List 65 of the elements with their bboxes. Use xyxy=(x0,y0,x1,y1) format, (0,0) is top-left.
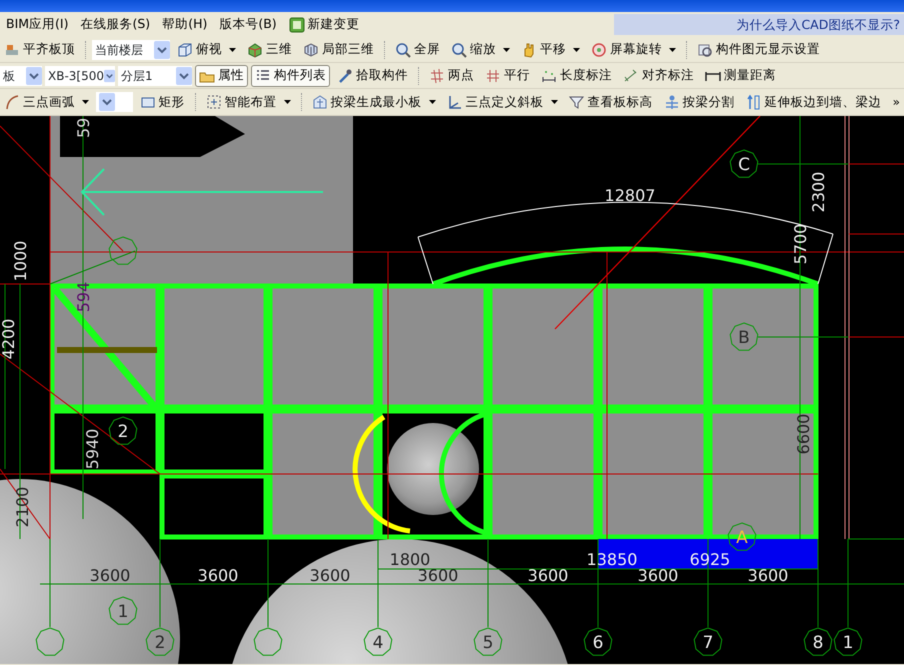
toolbar-button[interactable]: 拾取构件 xyxy=(333,64,412,86)
dimension-label: 3600 xyxy=(418,566,458,585)
toolbar-button[interactable]: 缩放 xyxy=(447,38,514,60)
axis-label: C xyxy=(738,155,750,175)
dimension-label: 59 xyxy=(74,118,93,138)
toolbar-button[interactable]: 三维 xyxy=(243,38,296,60)
toolbar-button[interactable]: 屏幕旋转 xyxy=(587,38,680,60)
toolbar-button[interactable]: 平移 xyxy=(517,38,584,60)
menu-item[interactable]: 版本号(B) xyxy=(213,15,283,34)
menu-item[interactable]: 帮助(H) xyxy=(156,15,214,34)
axis-label: 1 xyxy=(842,633,854,653)
dimension-label: 3600 xyxy=(198,566,238,585)
toolbar-button[interactable]: 局部三维 xyxy=(299,38,378,60)
axis-label: B xyxy=(738,328,750,348)
help-link[interactable]: 为什么导入CAD图纸不显示? xyxy=(614,14,904,35)
axis-label: 5 xyxy=(482,633,494,653)
toolbar-button[interactable]: 长度标注 xyxy=(537,64,616,86)
menu-item[interactable]: BIM应用(I) xyxy=(0,15,74,34)
toolbar-button[interactable]: 俯视 xyxy=(173,38,240,60)
toggle-button[interactable]: 属性 xyxy=(195,64,248,86)
toolbar-button[interactable]: 全屏 xyxy=(391,38,444,60)
toolbar-button[interactable]: 按梁生成最小板 xyxy=(308,91,440,113)
toolbar-button[interactable]: 平齐板顶 xyxy=(0,38,79,60)
dimension-label: 5940 xyxy=(83,428,102,470)
axis-label: 2 xyxy=(154,633,166,653)
select-field[interactable]: 当前楼层 xyxy=(92,40,170,60)
toolbar-button[interactable]: 矩形 xyxy=(136,91,189,113)
overflow-button[interactable]: » xyxy=(888,93,904,111)
dimension-label: 5700 xyxy=(791,224,810,264)
axis-label: 7 xyxy=(702,633,714,653)
dimension-label: 12807 xyxy=(604,186,656,205)
dimension-label: 3600 xyxy=(638,566,678,585)
toolbar-button[interactable]: 按梁分割 xyxy=(660,91,739,113)
dimension-label: 4200 xyxy=(0,318,18,360)
toolbar-button[interactable]: 测量距离 xyxy=(701,64,780,86)
dimension-label: 2100 xyxy=(13,486,32,528)
dimension-label: 594 xyxy=(74,282,93,312)
dimension-label: 2300 xyxy=(809,172,828,212)
toolbar-button[interactable]: 三点定义斜板 xyxy=(442,91,562,113)
toolbar-button[interactable]: 构件图元显示设置 xyxy=(693,38,824,60)
axis-label: 8 xyxy=(812,633,824,653)
toggle-button[interactable]: 构件列表 xyxy=(251,64,330,86)
dimension-label: 3600 xyxy=(310,566,350,585)
toolbar-button[interactable]: 查看板标高 xyxy=(564,91,657,113)
dimension-label: 1000 xyxy=(11,240,30,282)
axis-label: 1 xyxy=(118,602,128,622)
select-field[interactable]: XB-3[500 xyxy=(45,66,115,86)
select-field[interactable]: 分层1 xyxy=(118,66,192,86)
dimension-label: 3600 xyxy=(90,566,130,585)
dimension-label: 1800 xyxy=(390,550,430,569)
dimension-label: 3600 xyxy=(748,566,788,585)
axis-label: 2 xyxy=(118,422,128,442)
toolbar-button[interactable]: 两点 xyxy=(425,64,478,86)
toolbar-button[interactable]: 平行 xyxy=(481,64,534,86)
toolbar-button[interactable]: 对齐标注 xyxy=(619,64,698,86)
axis-label: 4 xyxy=(372,633,384,653)
toolbar-button[interactable]: 三点画弧 xyxy=(0,91,93,113)
menu-item[interactable]: 在线服务(S) xyxy=(74,15,156,34)
new-change-button[interactable]: 新建变更 xyxy=(282,15,366,34)
axis-label: 6 xyxy=(592,633,604,653)
select-field[interactable]: 板 xyxy=(0,66,42,86)
dimension-label: 3600 xyxy=(528,566,568,585)
toolbar-button[interactable]: 延伸板边到墙、梁边 xyxy=(742,91,886,113)
toolbar-button[interactable]: 智能布置 xyxy=(202,91,295,113)
dimension-label: 6600 xyxy=(794,414,813,454)
